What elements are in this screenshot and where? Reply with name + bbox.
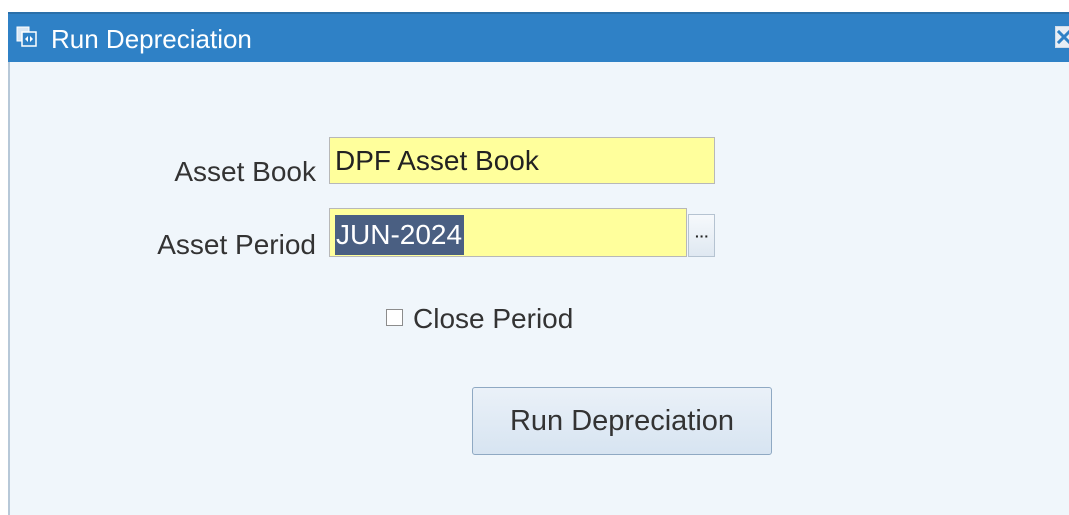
asset-period-label: Asset Period [157,229,316,260]
window-title: Run Depreciation [51,24,252,54]
ellipsis-icon: ··· [695,228,709,244]
asset-period-lov-button[interactable]: ··· [688,214,715,257]
asset-period-field[interactable]: JUN-2024 [329,208,687,257]
window-menu-icon[interactable] [16,26,38,48]
asset-book-field[interactable]: DPF Asset Book [329,137,715,184]
run-depreciation-window: Run Depreciation Asset Book DPF Asset Bo… [0,0,1069,515]
close-period-label[interactable]: Close Period [413,303,573,335]
close-icon[interactable] [1055,26,1069,48]
title-bar: Run Depreciation [8,12,1069,62]
run-depreciation-button[interactable]: Run Depreciation [472,387,772,455]
close-period-checkbox[interactable] [386,309,403,326]
asset-book-value: DPF Asset Book [335,145,539,176]
asset-period-value: JUN-2024 [335,215,465,255]
asset-book-label: Asset Book [174,156,316,187]
